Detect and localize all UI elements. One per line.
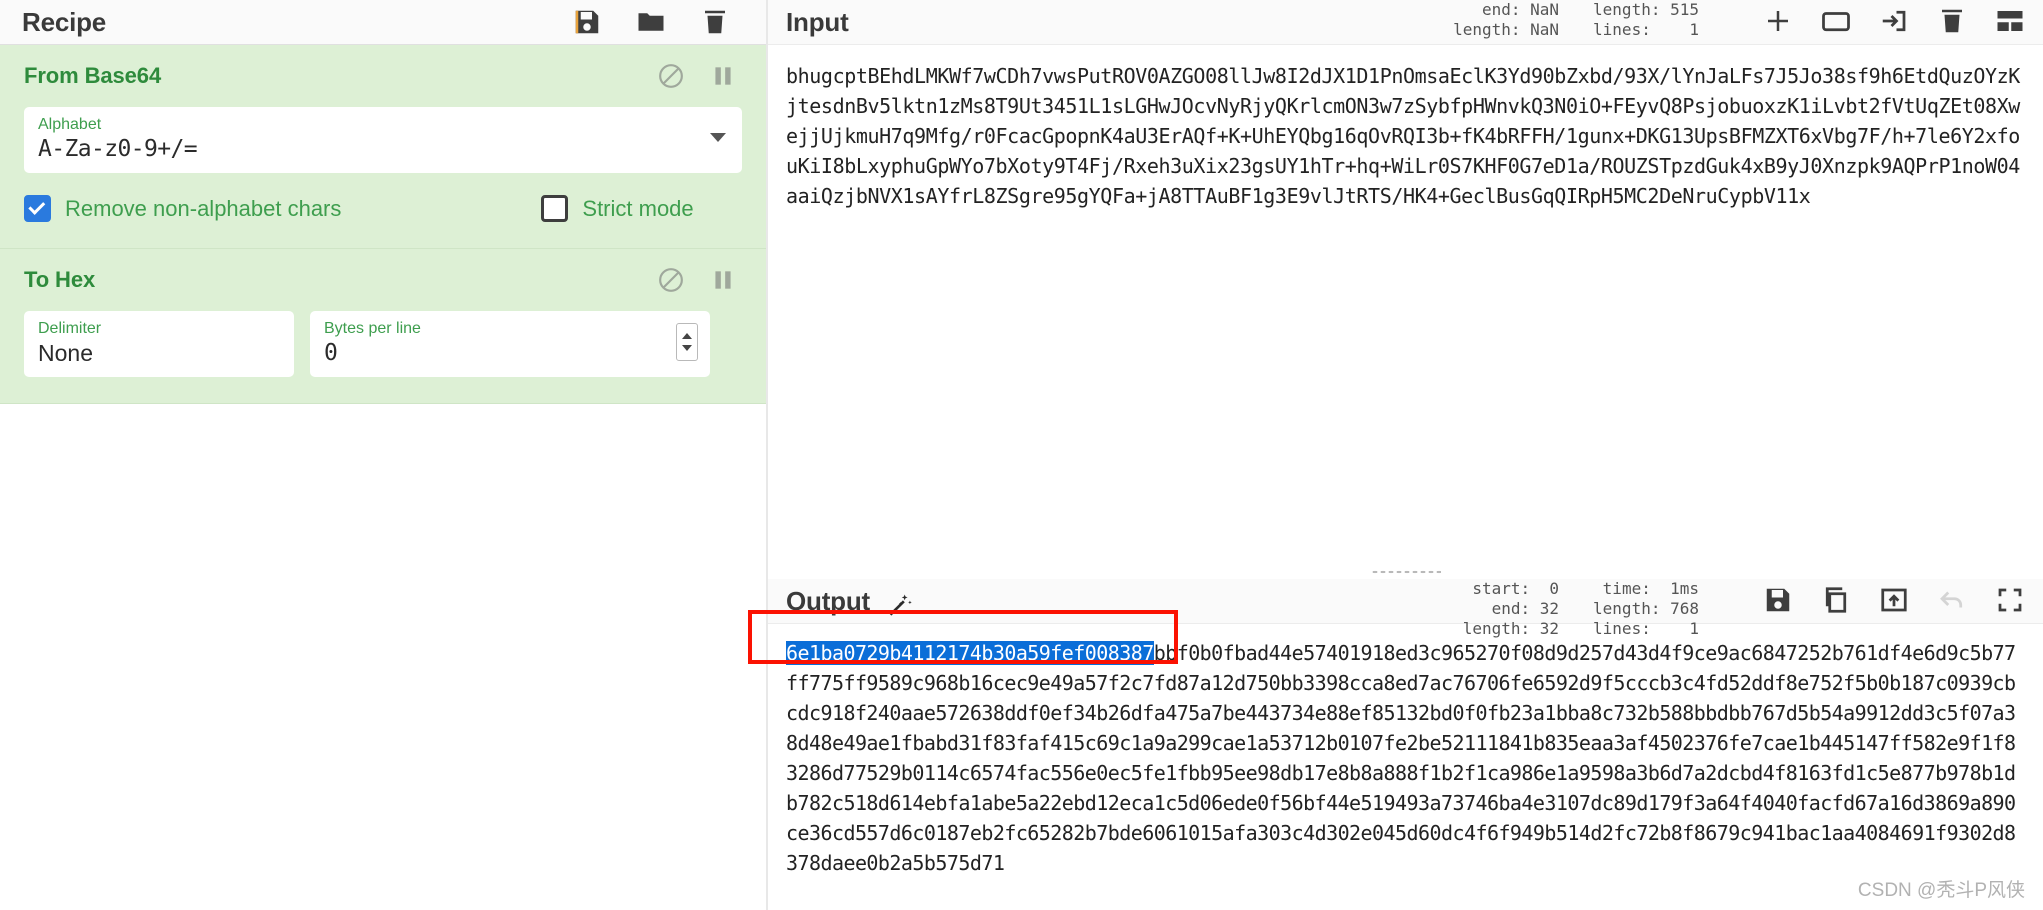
recipe-title-bar: Recipe bbox=[0, 0, 766, 45]
delimiter-field[interactable]: Delimiter None bbox=[24, 311, 294, 378]
operation-checkboxes: Remove non-alphabet chars Strict mode bbox=[24, 195, 742, 223]
replace-input-icon[interactable] bbox=[1879, 585, 1909, 615]
maximise-icon[interactable] bbox=[1995, 585, 2025, 615]
input-section: Input end: NaN length: NaN length: 515 l… bbox=[768, 0, 2043, 565]
input-toolbar bbox=[1763, 0, 2025, 36]
output-textarea[interactable]: 6e1ba0729b4112174b30a59fef008387bbf0b0fb… bbox=[768, 624, 2043, 910]
number-stepper[interactable] bbox=[676, 323, 698, 362]
input-status-col-1: end: NaN length: NaN bbox=[1453, 0, 1560, 39]
strict-mode-checkbox[interactable]: Strict mode bbox=[541, 195, 694, 223]
checkbox-label: Strict mode bbox=[582, 195, 694, 221]
splitter-grip-icon[interactable] bbox=[1370, 570, 1441, 574]
save-icon[interactable] bbox=[572, 7, 602, 37]
recipe-operation-to-hex[interactable]: To Hex Delimiter None Bytes per line 0 bbox=[0, 249, 766, 405]
folder-open-icon[interactable] bbox=[1821, 6, 1851, 36]
output-status-col-2: time: 1ms length: 768 lines: 1 bbox=[1593, 579, 1699, 638]
undo-icon[interactable] bbox=[1937, 585, 1967, 615]
operation-controls bbox=[658, 63, 742, 89]
bytes-per-line-value[interactable]: 0 bbox=[324, 340, 696, 366]
reset-layout-icon[interactable] bbox=[1995, 6, 2025, 36]
trash-icon[interactable] bbox=[700, 7, 730, 37]
alphabet-field[interactable]: Alphabet A-Za-z0-9+/= bbox=[24, 107, 742, 174]
recipe-operation-list[interactable]: From Base64 Alphabet A-Za-z0-9+/= Remove… bbox=[0, 45, 766, 910]
recipe-toolbar bbox=[572, 7, 744, 37]
delimiter-value[interactable]: None bbox=[38, 340, 280, 366]
disable-operation-icon[interactable] bbox=[658, 267, 684, 293]
output-title: Output bbox=[786, 586, 870, 616]
add-tab-icon[interactable] bbox=[1763, 6, 1793, 36]
alphabet-label: Alphabet bbox=[38, 116, 102, 133]
recipe-operation-from-base64[interactable]: From Base64 Alphabet A-Za-z0-9+/= Remove… bbox=[0, 45, 766, 250]
io-pane: Input end: NaN length: NaN length: 515 l… bbox=[748, 0, 2043, 910]
checkbox-label: Remove non-alphabet chars bbox=[65, 195, 342, 221]
output-remaining-text[interactable]: bbf0b0fbad44e57401918ed3c965270f08d9d257… bbox=[786, 641, 2016, 875]
output-title-bar: Output start: 0 end: 32 length: 32 time:… bbox=[768, 579, 2043, 638]
alphabet-value[interactable]: A-Za-z0-9+/= bbox=[38, 136, 728, 162]
output-toolbar bbox=[1763, 579, 2025, 615]
operation-header: To Hex bbox=[24, 267, 742, 293]
delimiter-label: Delimiter bbox=[38, 320, 102, 338]
watermark: CSDN @秃斗P风侠 bbox=[1857, 880, 2025, 901]
chevron-down-icon[interactable] bbox=[710, 133, 726, 142]
output-status-col-1: start: 0 end: 32 length: 32 bbox=[1462, 579, 1560, 638]
operation-title: From Base64 bbox=[24, 63, 162, 88]
input-status-col-2: length: 515 lines: 1 bbox=[1593, 0, 1699, 39]
cyberchef-app: Recipe From Base64 Alphabet A-Za-z0-9+/=… bbox=[0, 0, 2043, 910]
operation-title: To Hex bbox=[24, 267, 96, 293]
output-section: Output start: 0 end: 32 length: 32 time:… bbox=[768, 579, 2043, 910]
folder-icon[interactable] bbox=[636, 7, 666, 37]
remove-non-alphabet-chars-checkbox[interactable]: Remove non-alphabet chars bbox=[24, 195, 342, 223]
output-selected-text[interactable]: 6e1ba0729b4112174b30a59fef008387 bbox=[786, 641, 1154, 665]
input-title-bar: Input end: NaN length: NaN length: 515 l… bbox=[768, 0, 2043, 45]
bytes-per-line-field[interactable]: Bytes per line 0 bbox=[310, 311, 710, 378]
recipe-title: Recipe bbox=[22, 6, 107, 37]
open-folder-as-input-icon[interactable] bbox=[1879, 6, 1909, 36]
checkbox-unchecked-icon[interactable] bbox=[541, 195, 569, 223]
pause-breakpoint-icon[interactable] bbox=[710, 267, 736, 293]
operation-controls bbox=[658, 267, 742, 293]
input-status: end: NaN length: NaN length: 515 lines: … bbox=[1453, 0, 2025, 40]
bytes-per-line-label: Bytes per line bbox=[324, 320, 421, 338]
copy-icon[interactable] bbox=[1821, 585, 1851, 615]
input-title: Input bbox=[786, 7, 849, 37]
input-textarea[interactable]: bhugcptBEhdLMKWf7wCDh7vwsPutROV0AZGO08ll… bbox=[768, 45, 2043, 565]
trash-icon[interactable] bbox=[1937, 6, 1967, 36]
operation-args: Alphabet A-Za-z0-9+/= bbox=[24, 107, 742, 174]
pause-breakpoint-icon[interactable] bbox=[710, 63, 736, 89]
operation-header: From Base64 bbox=[24, 63, 742, 89]
operation-args: Delimiter None Bytes per line 0 bbox=[24, 311, 742, 378]
checkbox-checked-icon[interactable] bbox=[24, 195, 51, 223]
output-status: start: 0 end: 32 length: 32 time: 1ms le… bbox=[1463, 579, 2025, 639]
io-splitter[interactable] bbox=[768, 565, 2043, 579]
save-icon[interactable] bbox=[1763, 585, 1793, 615]
disable-operation-icon[interactable] bbox=[658, 63, 684, 89]
recipe-pane: Recipe From Base64 Alphabet A-Za-z0-9+/=… bbox=[0, 0, 768, 910]
magic-wand-icon[interactable] bbox=[886, 591, 914, 619]
